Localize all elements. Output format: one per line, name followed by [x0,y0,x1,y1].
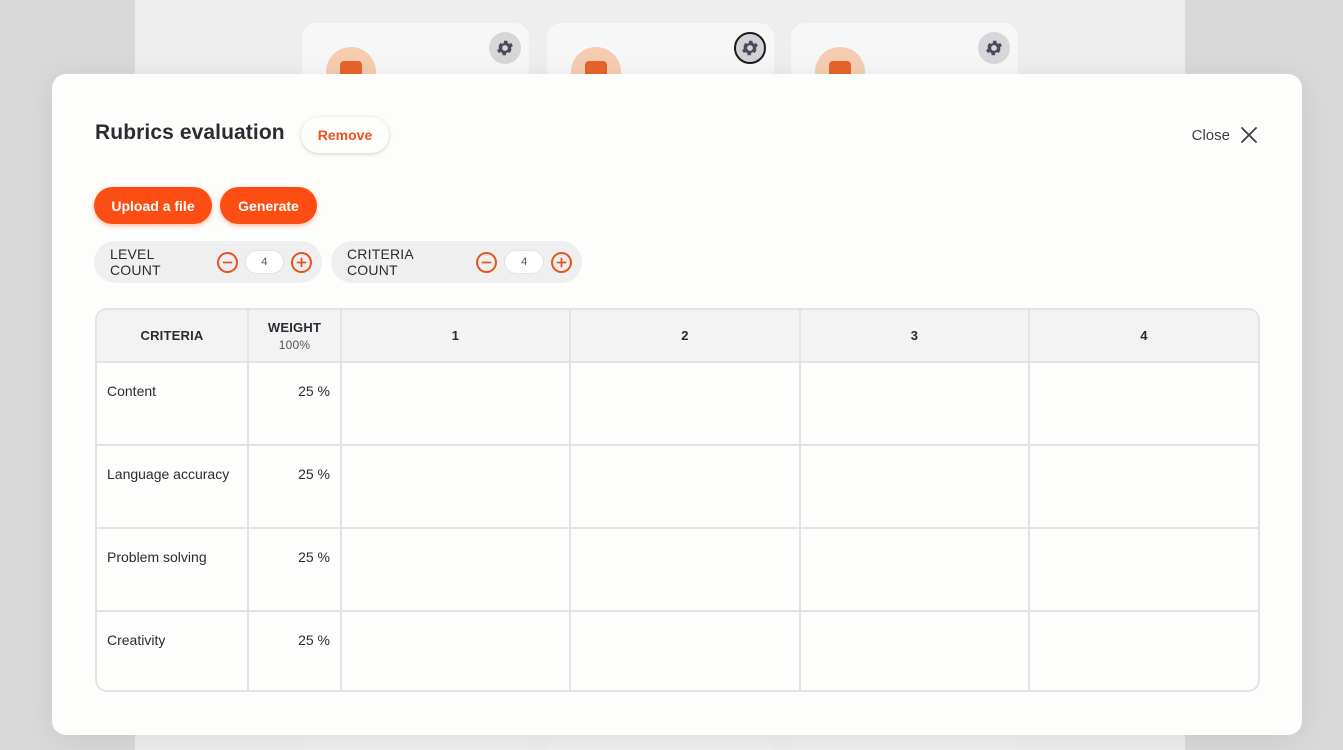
table-row: Content 25 % [97,361,1258,446]
level-count-value[interactable]: 4 [244,250,285,274]
table-header-row: CRITERIA WEIGHT 100% 1 2 3 4 [97,310,1258,363]
background-card [791,735,1018,750]
criteria-cell[interactable]: Creativity [97,610,249,690]
table-row: Language accuracy 25 % [97,444,1258,529]
level-count-control: LEVEL COUNT 4 [94,241,322,283]
weight-total: 100% [278,337,311,352]
weight-cell[interactable]: 25 % [247,444,342,529]
gear-icon [734,32,766,64]
close-label: Close [1191,126,1230,144]
background-card [302,735,529,750]
minus-circle-icon[interactable] [216,251,238,273]
level-header: 1 [340,310,571,363]
criteria-count-control: CRITERIA COUNT 4 [331,241,582,283]
criteria-cell[interactable]: Language accuracy [97,444,249,529]
criteria-count-value[interactable]: 4 [504,250,545,274]
level-header: 2 [569,310,801,363]
modal-title: Rubrics evaluation [95,121,285,144]
level-count-label: LEVEL COUNT [110,246,161,278]
plus-circle-icon[interactable] [291,251,312,273]
level-header: 4 [1028,310,1258,363]
weight-cell[interactable]: 25 % [247,610,342,690]
level-cell[interactable] [1028,444,1258,529]
weight-header: WEIGHT 100% [247,310,342,363]
gear-icon [489,32,521,64]
table-row: Problem solving 25 % [97,527,1258,612]
generate-button[interactable]: Generate [220,187,317,224]
close-icon [1240,126,1258,144]
close-button[interactable]: Close [1192,124,1258,146]
level-cell[interactable] [569,444,801,529]
upload-file-button[interactable]: Upload a file [94,187,212,224]
minus-circle-icon[interactable] [476,251,498,273]
level-cell[interactable] [569,361,801,446]
plus-circle-icon[interactable] [551,251,572,273]
background-card [547,735,774,750]
table-row: Creativity 25 % [97,610,1258,690]
gear-icon [978,32,1010,64]
level-cell[interactable] [569,527,801,612]
level-cell[interactable] [799,610,1030,690]
rubric-table: CRITERIA WEIGHT 100% 1 2 3 4 Content 25 … [95,308,1260,692]
level-cell[interactable] [1028,610,1258,690]
criteria-cell[interactable]: Content [97,361,249,446]
remove-button[interactable]: Remove [301,117,389,153]
level-cell[interactable] [340,610,571,690]
level-cell[interactable] [340,444,571,529]
level-cell[interactable] [799,527,1030,612]
level-cell[interactable] [340,361,571,446]
criteria-header: CRITERIA [97,310,249,363]
level-header: 3 [799,310,1030,363]
level-cell[interactable] [799,361,1030,446]
weight-cell[interactable]: 25 % [247,361,342,446]
criteria-cell[interactable]: Problem solving [97,527,249,612]
level-cell[interactable] [569,610,801,690]
level-cell[interactable] [799,444,1030,529]
rubrics-modal: Rubrics evaluation Remove Close Upload a… [52,74,1302,735]
weight-cell[interactable]: 25 % [247,527,342,612]
level-cell[interactable] [340,527,571,612]
level-cell[interactable] [1028,361,1258,446]
level-cell[interactable] [1028,527,1258,612]
criteria-count-label: CRITERIA COUNT [347,246,414,278]
